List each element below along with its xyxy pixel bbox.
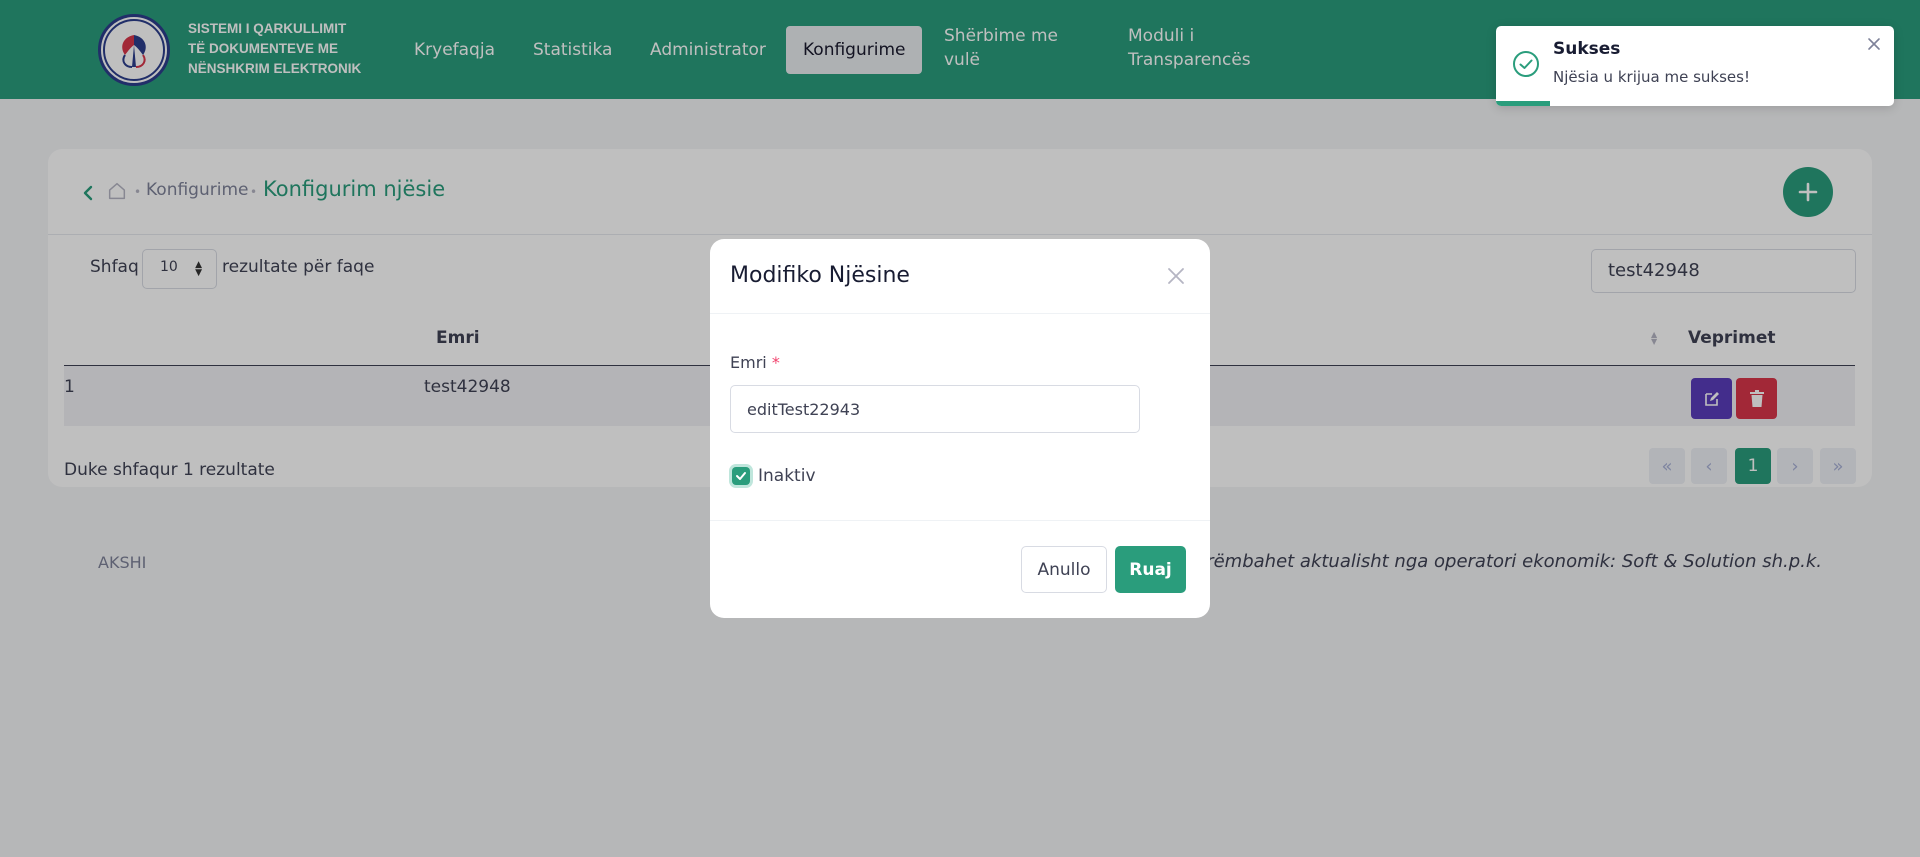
- cancel-button[interactable]: Anullo: [1021, 546, 1107, 593]
- name-field-label: Emri *: [730, 353, 780, 372]
- checkmark-icon: [736, 472, 746, 480]
- save-button[interactable]: Ruaj: [1115, 546, 1186, 593]
- inactive-checkbox[interactable]: [732, 467, 750, 485]
- success-toast: Sukses Njësia u krijua me sukses!: [1496, 26, 1894, 106]
- edit-unit-modal: Modifiko Njësine Emri * editTest22943 In…: [710, 239, 1210, 618]
- name-label-text: Emri: [730, 353, 767, 372]
- required-mark: *: [771, 353, 780, 372]
- modal-divider: [710, 313, 1210, 314]
- close-icon[interactable]: [1866, 36, 1882, 52]
- toast-title: Sukses: [1553, 39, 1621, 59]
- close-icon[interactable]: [1166, 266, 1186, 286]
- name-input[interactable]: editTest22943: [730, 385, 1140, 433]
- modal-title: Modifiko Njësine: [730, 263, 910, 288]
- modal-divider: [710, 520, 1210, 521]
- inactive-label[interactable]: Inaktiv: [758, 466, 816, 486]
- toast-progress-bar: [1496, 101, 1550, 106]
- toast-message: Njësia u krijua me sukses!: [1553, 68, 1750, 86]
- check-circle-icon: [1513, 51, 1539, 77]
